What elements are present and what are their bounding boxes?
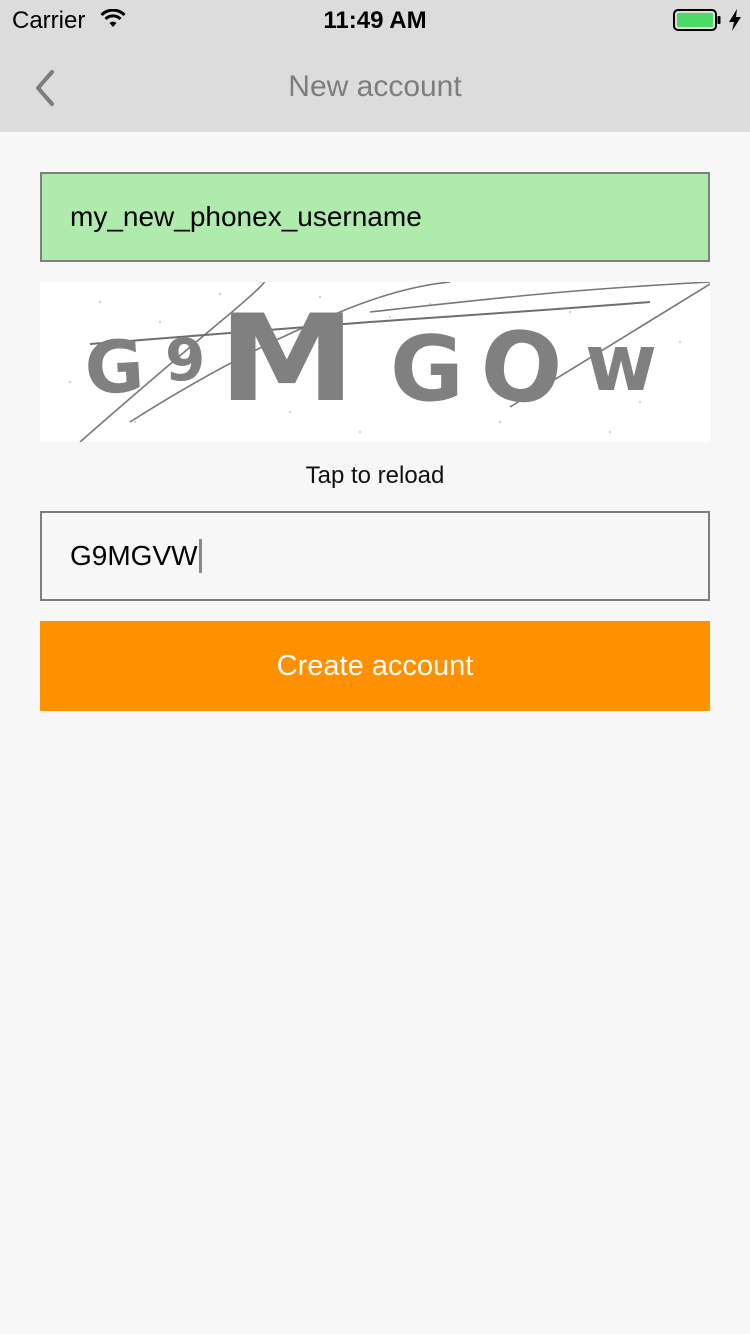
status-time: 11:49 AM [323, 7, 427, 34]
reload-hint[interactable]: Tap to reload [0, 462, 750, 490]
username-input[interactable]: my_new_phonex_username [40, 172, 710, 262]
svg-text:M: M [218, 290, 355, 429]
captcha-image[interactable]: G 9 M G O w [40, 282, 710, 442]
page-title: New account [288, 70, 462, 103]
navigation-bar: New account [0, 40, 750, 132]
svg-text:9: 9 [165, 326, 205, 394]
username-value: my_new_phonex_username [70, 201, 422, 232]
svg-text:O: O [473, 307, 569, 429]
text-cursor [198, 539, 202, 573]
svg-text:w: w [585, 319, 657, 409]
captcha-input-value: G9MGVW [70, 540, 198, 571]
status-bar: Carrier 11:49 AM [0, 0, 750, 40]
svg-text:G: G [390, 317, 464, 422]
battery-icon [673, 9, 721, 31]
captcha-input[interactable]: G9MGVW [40, 511, 710, 601]
svg-text:G: G [83, 324, 146, 411]
create-account-button[interactable]: Create account [40, 621, 710, 711]
charging-bolt-icon [729, 9, 741, 31]
